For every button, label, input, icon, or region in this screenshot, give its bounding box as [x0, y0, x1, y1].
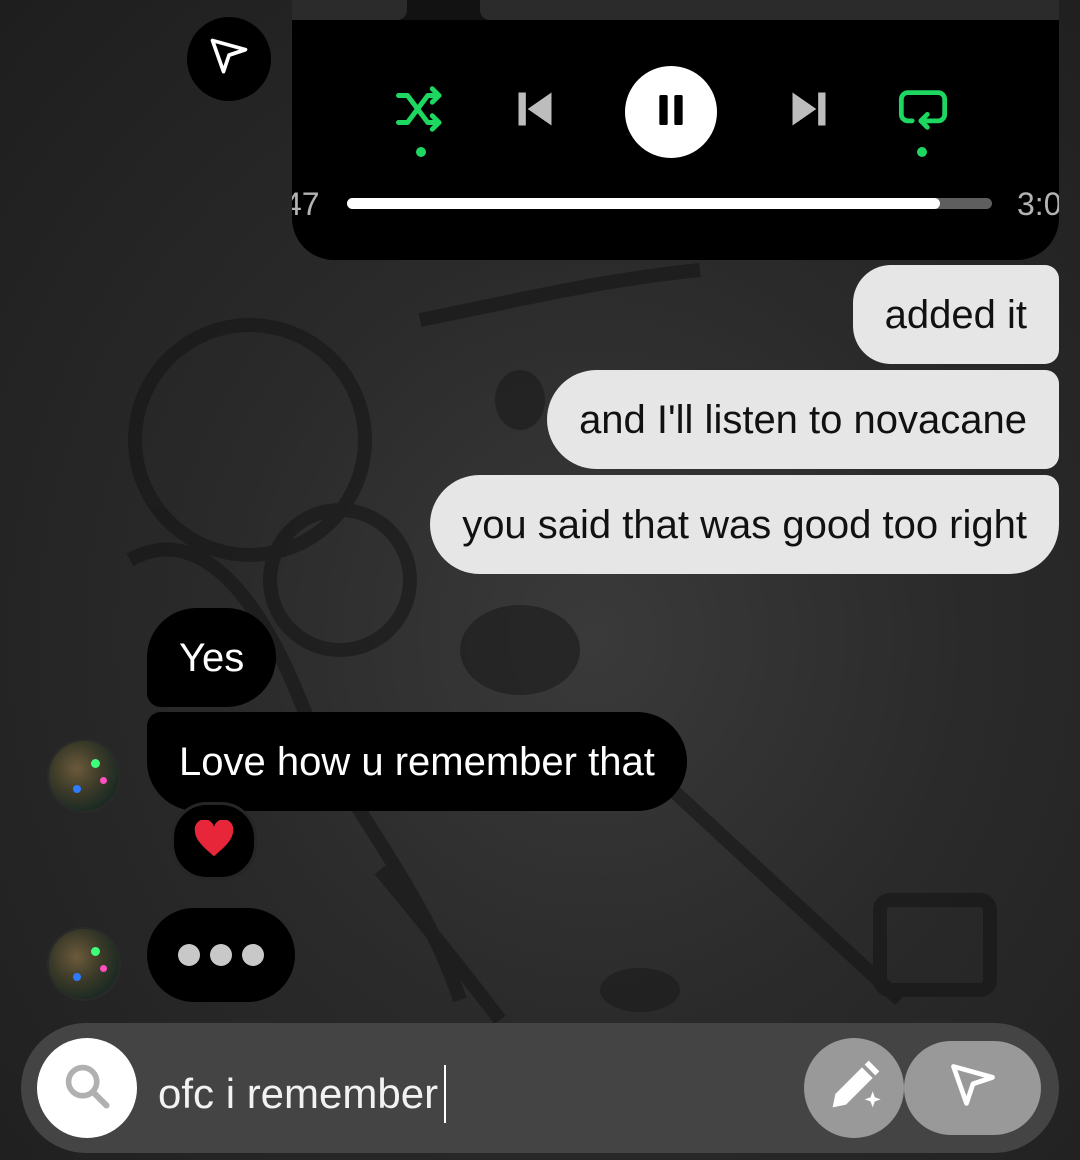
repeat-icon	[897, 86, 949, 139]
elapsed-time: 47	[292, 186, 320, 222]
shuffle-button[interactable]	[392, 85, 450, 137]
draft-text: ofc i remember	[158, 1070, 439, 1117]
message-text: added it	[884, 292, 1027, 337]
progress-fill	[347, 198, 941, 209]
pause-icon	[651, 90, 691, 135]
avatar[interactable]	[47, 927, 121, 1001]
typing-indicator	[147, 908, 295, 1002]
message-composer: ofc i remember	[21, 1023, 1059, 1153]
repeat-button[interactable]	[895, 86, 951, 138]
search-button[interactable]	[37, 1038, 137, 1138]
pencil-sparkle-icon	[822, 1054, 886, 1123]
media-player-card: 47 3:0	[292, 0, 1059, 260]
incoming-message[interactable]: Yes	[147, 608, 277, 707]
next-icon	[786, 87, 832, 136]
message-input[interactable]: ofc i remember	[158, 1065, 447, 1123]
avatar[interactable]	[47, 739, 121, 813]
send-icon	[947, 1060, 999, 1117]
typing-dot	[210, 944, 232, 966]
message-text: Yes	[179, 635, 245, 680]
paper-plane-icon	[207, 35, 251, 84]
message-text: Love how u remember that	[179, 739, 655, 784]
outgoing-message[interactable]: you said that was good too right	[430, 475, 1059, 574]
duration-time: 3:0	[1017, 186, 1059, 222]
next-button[interactable]	[784, 88, 834, 134]
reaction-badge[interactable]	[171, 802, 257, 880]
share-button[interactable]	[187, 17, 271, 101]
repeat-active-dot	[917, 147, 927, 157]
shuffle-icon	[394, 85, 448, 137]
pause-button[interactable]	[625, 66, 717, 158]
heart-icon	[193, 818, 235, 863]
player-top-strip	[292, 0, 1059, 20]
text-caret	[444, 1065, 447, 1123]
progress-bar[interactable]	[347, 198, 992, 209]
incoming-message[interactable]: Love how u remember that	[147, 712, 687, 811]
send-button[interactable]	[904, 1041, 1041, 1135]
outgoing-message[interactable]: added it	[852, 265, 1059, 364]
previous-button[interactable]	[510, 88, 560, 134]
shuffle-active-dot	[416, 147, 426, 157]
typing-dot	[242, 944, 264, 966]
previous-icon	[512, 87, 558, 136]
message-text: and I'll listen to novacane	[579, 397, 1027, 442]
search-icon	[61, 1060, 113, 1117]
message-text: you said that was good too right	[462, 502, 1027, 547]
edit-button[interactable]	[804, 1038, 904, 1138]
outgoing-message[interactable]: and I'll listen to novacane	[547, 370, 1059, 469]
typing-dot	[178, 944, 200, 966]
